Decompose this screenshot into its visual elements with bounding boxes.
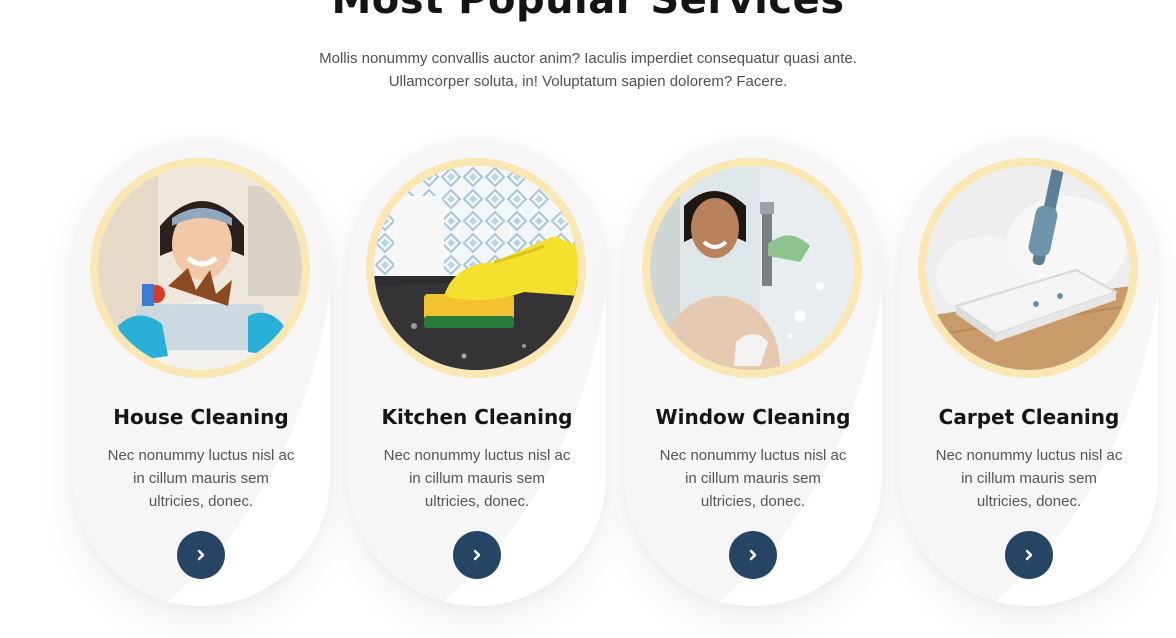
service-title: Window Cleaning — [655, 405, 851, 429]
service-card-carpet-cleaning: Carpet Cleaning Nec nonummy luctus nisl … — [900, 138, 1158, 606]
service-image-ring — [366, 158, 586, 378]
service-description: Nec nonummy luctus nisl ac in cillum mau… — [935, 447, 1123, 510]
service-description: Nec nonummy luctus nisl ac in cillum mau… — [383, 447, 571, 510]
chevron-right-icon — [473, 549, 481, 561]
house-cleaning-photo — [98, 166, 302, 370]
kitchen-cleaning-more-button[interactable] — [453, 531, 501, 579]
section-description: Mollis nonummy convallis auctor anim? Ia… — [319, 50, 857, 90]
service-title: House Cleaning — [113, 405, 289, 429]
service-image-ring — [642, 158, 862, 378]
service-title: Kitchen Cleaning — [381, 405, 573, 429]
kitchen-cleaning-photo — [374, 166, 578, 370]
window-cleaning-more-button[interactable] — [729, 531, 777, 579]
carpet-cleaning-photo — [926, 166, 1130, 370]
section-title: Most Popular Services — [331, 0, 845, 23]
services-section: Most Popular Services Mollis nonummy con… — [0, 0, 1176, 638]
chevron-right-icon — [749, 549, 757, 561]
chevron-right-icon — [1025, 549, 1033, 561]
service-title: Carpet Cleaning — [938, 405, 1120, 429]
service-image-ring — [918, 158, 1138, 378]
service-card-window-cleaning: Window Cleaning Nec nonummy luctus nisl … — [624, 138, 882, 606]
service-card-house-cleaning: House Cleaning Nec nonummy luctus nisl a… — [72, 138, 330, 606]
window-cleaning-photo — [650, 166, 854, 370]
service-image-ring — [90, 158, 310, 378]
carpet-cleaning-more-button[interactable] — [1005, 531, 1053, 579]
service-description: Nec nonummy luctus nisl ac in cillum mau… — [107, 447, 295, 510]
service-card-kitchen-cleaning: Kitchen Cleaning Nec nonummy luctus nisl… — [348, 138, 606, 606]
service-description: Nec nonummy luctus nisl ac in cillum mau… — [659, 447, 847, 510]
chevron-right-icon — [197, 549, 205, 561]
house-cleaning-more-button[interactable] — [177, 531, 225, 579]
